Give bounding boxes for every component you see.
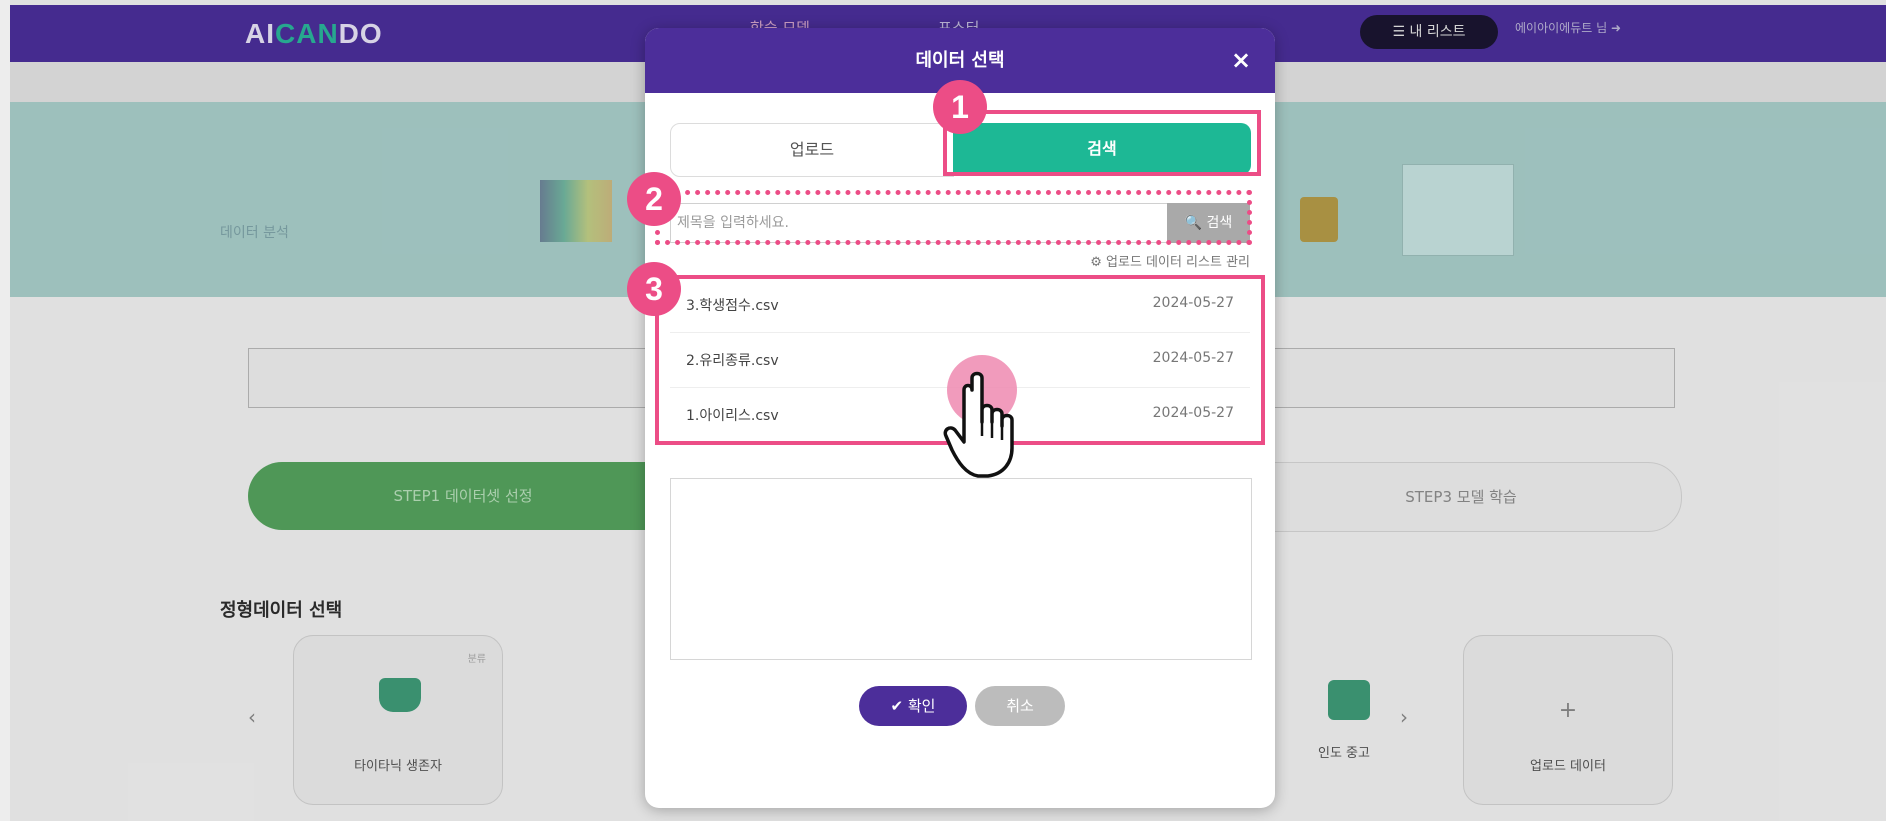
- step-badge-2: 2: [627, 172, 681, 226]
- highlight-search-row: [655, 190, 1252, 245]
- data-preview-box: [670, 478, 1252, 660]
- manage-upload-list-link[interactable]: ⚙ 업로드 데이터 리스트 관리: [1090, 251, 1250, 270]
- highlight-search-tab: [943, 110, 1261, 176]
- confirm-button[interactable]: ✔ 확인: [859, 686, 967, 726]
- step-badge-1: 1: [933, 80, 987, 134]
- tab-upload[interactable]: 업로드: [670, 123, 954, 177]
- close-icon[interactable]: ×: [1225, 44, 1257, 76]
- cancel-button[interactable]: 취소: [975, 686, 1065, 726]
- hand-pointer-icon: [943, 371, 1014, 478]
- step-badge-3: 3: [627, 262, 681, 316]
